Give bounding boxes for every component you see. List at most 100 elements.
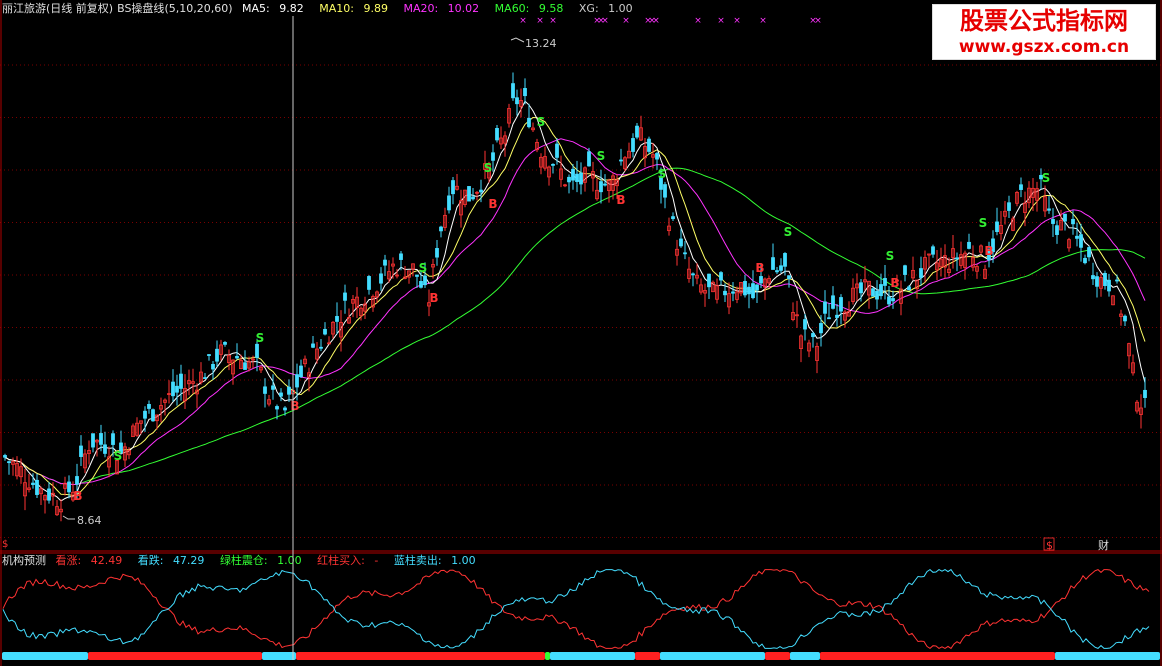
candle-body (271, 385, 275, 390)
buy-signal: B (488, 197, 497, 211)
signal-bar-segment (550, 652, 635, 660)
candle-body (1091, 275, 1095, 280)
candle-body (379, 273, 383, 284)
signal-bar-segment (765, 652, 790, 660)
candle-body (839, 297, 843, 312)
bs-signals: BBBB BBBBSSSSSSSSSSS (73, 115, 1050, 503)
candle-body (671, 216, 675, 220)
candle-body (1087, 247, 1091, 258)
candle-body (147, 404, 151, 409)
candle-body (579, 172, 583, 185)
candle-body (779, 265, 783, 271)
candle-body (79, 445, 83, 457)
candle-body (7, 461, 11, 464)
candle-body (295, 374, 299, 388)
candle-body (207, 354, 211, 356)
candle-body (619, 159, 623, 162)
candle-body (523, 88, 527, 97)
signal-bar-segment (790, 652, 820, 660)
candle-body (655, 153, 659, 160)
candle-body (47, 488, 51, 501)
buy-signal: B (755, 261, 764, 275)
candle-body (67, 481, 71, 493)
sell-signal: S (658, 167, 667, 181)
candle-body (243, 362, 247, 370)
candle-body (111, 433, 115, 445)
signal-bar-segment (2, 652, 88, 660)
xg-marker: × (536, 16, 544, 26)
candle-body (103, 444, 107, 454)
sell-signal: S (419, 261, 428, 275)
candle-body (1107, 279, 1111, 292)
candle-body (263, 386, 267, 394)
candle-body (1051, 219, 1055, 224)
candle-body (955, 257, 959, 260)
candle-body (831, 295, 835, 309)
candlesticks[interactable] (3, 72, 1147, 522)
ma10-path (4, 116, 1146, 497)
candle-body (255, 343, 259, 358)
candle-body (723, 290, 727, 296)
candle-body (967, 241, 971, 249)
sell-signal: S (979, 216, 988, 230)
xg-markers: × × × ××× × ××× × × × × ×× (519, 16, 822, 26)
candle-body (491, 152, 495, 161)
xg-marker: × (519, 16, 527, 26)
candle-body (1079, 234, 1083, 248)
ma5-line (4, 100, 1146, 502)
fall-line (2, 568, 1150, 649)
price-annotations: 13.248.64$ $ 财 (2, 37, 1109, 552)
candle-body (731, 291, 735, 294)
sell-signal: S (537, 115, 546, 129)
candle-body (399, 253, 403, 260)
xg-marker: × (652, 16, 660, 26)
candle-body (879, 284, 883, 297)
candle-body (299, 365, 303, 378)
candle-body (783, 253, 787, 267)
buy-signal: B (429, 291, 438, 305)
candle-body (679, 238, 683, 247)
sell-signal: S (886, 249, 895, 263)
candle-body (215, 348, 219, 362)
candle-body (759, 276, 763, 284)
candle-body (823, 301, 827, 314)
signal-bar-segment (88, 652, 262, 660)
candle-body (495, 128, 499, 141)
sell-signal: S (114, 449, 123, 463)
sell-signal: S (1042, 171, 1051, 185)
candle-body (323, 328, 327, 335)
xg-marker: × (622, 16, 630, 26)
candle-body (1047, 208, 1051, 211)
buy-signal: B (890, 276, 899, 290)
candle-body (1007, 202, 1011, 211)
candle-body (451, 180, 455, 195)
chart-canvas[interactable]: BBBB BBBBSSSSSSSSSSS × × × ××× × ××× × × × × ×× 13.… (0, 0, 1162, 666)
candle-body (527, 117, 531, 128)
buy-signal: B (290, 399, 299, 413)
candle-body (319, 346, 323, 349)
sub-indicator-bars (2, 652, 1160, 660)
candle-body (419, 281, 423, 288)
candle-body (171, 381, 175, 397)
candle-body (383, 259, 387, 266)
candle-body (891, 298, 895, 302)
candle-body (31, 482, 35, 485)
candle-body (1019, 184, 1023, 190)
watermark-title: 股票公式指标网 (960, 7, 1128, 35)
watermark-logo: 股票公式指标网 www.gszx.com.cn (932, 4, 1156, 60)
buy-signal: B (616, 193, 625, 207)
candle-body (515, 97, 519, 105)
candle-body (143, 410, 147, 419)
sell-signal: S (484, 161, 493, 175)
signal-bar-segment (1055, 652, 1160, 660)
candle-body (211, 364, 215, 370)
candle-body (367, 276, 371, 290)
xg-marker: × (733, 16, 741, 26)
candle-body (663, 184, 667, 198)
candle-body (511, 83, 515, 99)
candle-body (883, 278, 887, 286)
xg-marker: × (694, 16, 702, 26)
ma60-path (4, 167, 1146, 485)
candle-body (683, 252, 687, 255)
candle-body (283, 407, 287, 411)
